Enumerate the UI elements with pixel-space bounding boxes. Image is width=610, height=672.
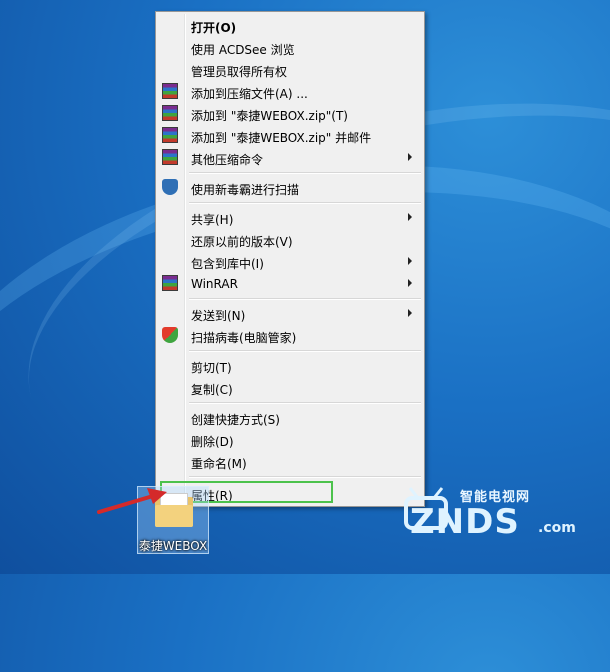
menu-item-share[interactable]: 共享(H) <box>158 207 422 228</box>
submenu-arrow-icon <box>408 279 412 287</box>
menu-separator <box>189 172 421 174</box>
menu-item-send-to[interactable]: 发送到(N) <box>158 303 422 324</box>
menu-item-delete[interactable]: 删除(D) <box>158 429 422 450</box>
menu-separator <box>189 476 421 478</box>
submenu-arrow-icon <box>408 309 412 317</box>
menu-item-acdsee-browse[interactable]: 使用 ACDSee 浏览 <box>158 37 422 58</box>
winrar-icon <box>162 275 178 291</box>
winrar-archive-icon <box>162 149 178 165</box>
submenu-arrow-icon <box>408 153 412 161</box>
desktop-icon-label: 泰捷WEBOX <box>138 539 208 553</box>
menu-item-label: 使用新毒霸进行扫描 <box>191 183 300 197</box>
menu-separator <box>189 350 421 352</box>
menu-item-add-to-zip-and-email[interactable]: 添加到 "泰捷WEBOX.zip" 并邮件 <box>158 125 422 146</box>
menu-item-add-to-archive[interactable]: 添加到压缩文件(A) ... <box>158 81 422 102</box>
red-pointer-arrow-icon <box>97 488 167 514</box>
menu-item-label: 剪切(T) <box>191 361 232 375</box>
menu-item-duba-scan[interactable]: 使用新毒霸进行扫描 <box>158 177 422 198</box>
menu-item-copy[interactable]: 复制(C) <box>158 377 422 398</box>
context-menu: 打开(O) 使用 ACDSee 浏览 管理员取得所有权 添加到压缩文件(A) .… <box>155 11 425 507</box>
menu-separator <box>189 202 421 204</box>
menu-item-restore-previous-versions[interactable]: 还原以前的版本(V) <box>158 229 422 250</box>
menu-item-label: 还原以前的版本(V) <box>191 235 293 249</box>
menu-item-label: 其他压缩命令 <box>191 153 264 167</box>
watermark-brand: ZNDS <box>410 502 520 542</box>
menu-item-add-to-zip[interactable]: 添加到 "泰捷WEBOX.zip"(T) <box>158 103 422 124</box>
submenu-arrow-icon <box>408 257 412 265</box>
menu-item-label: 创建快捷方式(S) <box>191 413 280 427</box>
menu-item-label: 共享(H) <box>191 213 234 227</box>
menu-item-label: 复制(C) <box>191 383 233 397</box>
menu-item-winrar[interactable]: WinRAR <box>158 273 422 294</box>
menu-item-label: 管理员取得所有权 <box>191 65 288 79</box>
pc-guard-icon <box>162 327 178 343</box>
menu-item-label: 包含到库中(I) <box>191 257 264 271</box>
menu-item-label: 添加到压缩文件(A) ... <box>191 87 308 101</box>
winrar-archive-icon <box>162 105 178 121</box>
menu-item-include-in-library[interactable]: 包含到库中(I) <box>158 251 422 272</box>
menu-item-open[interactable]: 打开(O) <box>158 15 422 36</box>
znds-watermark: 智能电视网 ZNDS .com <box>398 480 598 550</box>
menu-item-other-compress-commands[interactable]: 其他压缩命令 <box>158 147 422 168</box>
menu-item-label: WinRAR <box>191 277 238 291</box>
menu-item-cut[interactable]: 剪切(T) <box>158 355 422 376</box>
menu-item-label: 打开(O) <box>191 21 237 35</box>
menu-item-rename[interactable]: 重命名(M) <box>158 451 422 472</box>
menu-item-label: 添加到 "泰捷WEBOX.zip"(T) <box>191 109 348 123</box>
menu-item-label: 扫描病毒(电脑管家) <box>191 331 297 345</box>
menu-item-label: 删除(D) <box>191 435 234 449</box>
menu-separator <box>189 402 421 404</box>
menu-item-label: 添加到 "泰捷WEBOX.zip" 并邮件 <box>191 131 372 145</box>
duba-shield-icon <box>162 179 178 195</box>
winrar-archive-icon <box>162 127 178 143</box>
menu-item-take-ownership[interactable]: 管理员取得所有权 <box>158 59 422 80</box>
menu-separator <box>189 298 421 300</box>
menu-item-label: 使用 ACDSee 浏览 <box>191 43 295 57</box>
menu-item-label: 发送到(N) <box>191 309 246 323</box>
submenu-arrow-icon <box>408 213 412 221</box>
watermark-domain-suffix: .com <box>538 520 576 536</box>
menu-item-create-shortcut[interactable]: 创建快捷方式(S) <box>158 407 422 428</box>
winrar-archive-icon <box>162 83 178 99</box>
menu-item-label: 重命名(M) <box>191 457 247 471</box>
menu-item-pc-guard-scan[interactable]: 扫描病毒(电脑管家) <box>158 325 422 346</box>
